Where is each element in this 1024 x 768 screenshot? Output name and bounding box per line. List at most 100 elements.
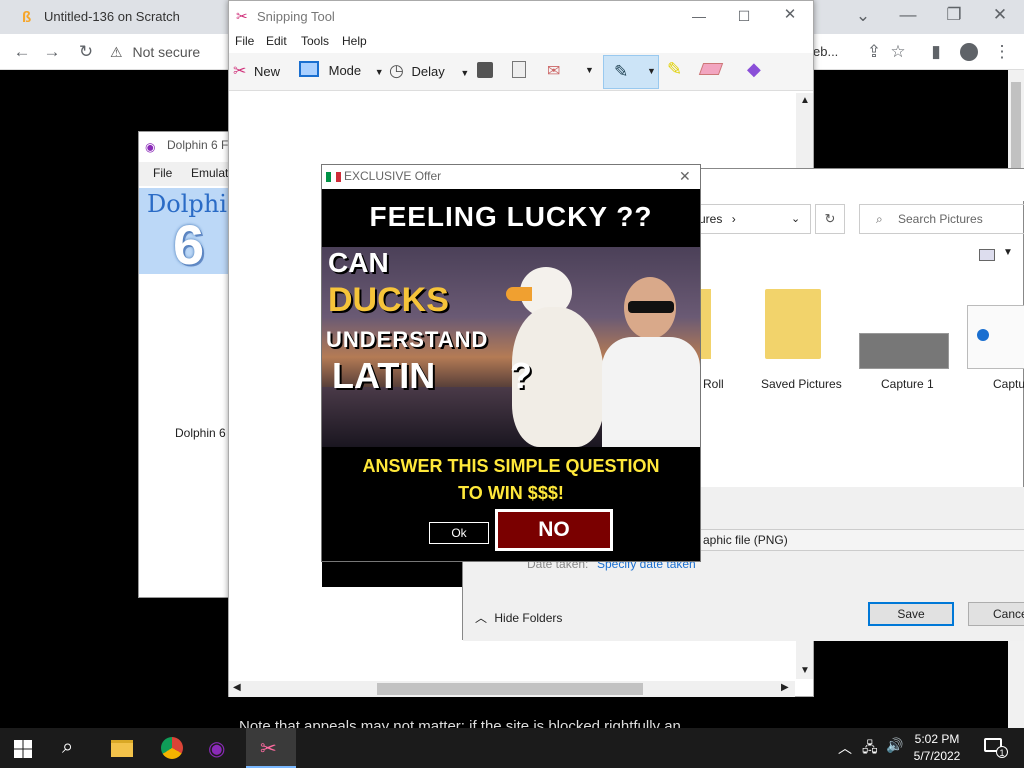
warning-icon: ⚠ bbox=[110, 44, 123, 60]
back-icon[interactable]: ← bbox=[12, 42, 32, 62]
white-tshirt bbox=[602, 337, 700, 447]
dolphin-menu-emulation[interactable]: Emulat bbox=[191, 166, 228, 180]
mode-button[interactable]: Mode ▼ bbox=[299, 61, 384, 78]
folder-item-saved-pictures[interactable]: Saved Pictures bbox=[759, 289, 842, 391]
snip-minimize-icon[interactable]: — bbox=[689, 6, 709, 26]
browser-scrollbar-thumb[interactable] bbox=[1011, 82, 1021, 182]
side-panel-icon[interactable]: ▮ bbox=[926, 42, 946, 62]
windows-logo-icon bbox=[14, 740, 32, 758]
snip-close-icon[interactable]: ✕ bbox=[780, 5, 800, 25]
profile-avatar-icon[interactable] bbox=[960, 43, 978, 61]
scroll-down-icon[interactable]: ▼ bbox=[800, 665, 810, 676]
delay-button[interactable]: ◷ Delay ▼ bbox=[389, 61, 469, 81]
snip-menu-file[interactable]: File bbox=[235, 34, 254, 48]
url-fragment[interactable]: eb... bbox=[813, 44, 838, 59]
tab-search-chevron-icon[interactable]: ⌄ bbox=[853, 6, 873, 26]
network-icon[interactable]: 🖧 bbox=[862, 737, 878, 761]
tray-overflow-icon[interactable]: ︿ bbox=[838, 738, 852, 758]
bookmark-star-icon[interactable]: ☆ bbox=[888, 42, 908, 62]
save-button[interactable]: Save bbox=[868, 602, 954, 626]
save-snip-icon[interactable] bbox=[477, 62, 493, 78]
chevron-up-icon: ︿ bbox=[475, 611, 488, 625]
view-options-icon[interactable] bbox=[979, 249, 995, 261]
popup-headline: FEELING LUCKY ?? bbox=[369, 201, 653, 232]
snip-toolbar: ✂ New Mode ▼ ◷ Delay ▼ ✉ ▼ ✎ ▼ ✎ ◆ bbox=[229, 53, 813, 91]
scroll-right-icon[interactable]: ▶ bbox=[781, 682, 789, 693]
dolphin-logo-icon: ◉ bbox=[145, 140, 156, 154]
reload-icon[interactable]: ↻ bbox=[76, 42, 96, 62]
breadcrumb-pictures[interactable]: ures bbox=[699, 212, 722, 226]
thumb-text-latin: LATIN bbox=[332, 355, 436, 396]
address-bar[interactable]: ⚠ Not secure bbox=[110, 38, 220, 66]
popup-titlebar: EXCLUSIVE Offer ✕ bbox=[322, 165, 700, 189]
view-dropdown-icon[interactable]: ▼ bbox=[1003, 247, 1013, 258]
paint-3d-icon[interactable]: ◆ bbox=[747, 59, 761, 80]
mouse-cursor-icon bbox=[958, 178, 966, 192]
pen-tool-button[interactable]: ✎ ▼ bbox=[603, 55, 659, 89]
thumb-text-ducks: DUCKS bbox=[328, 281, 449, 319]
forward-icon[interactable]: → bbox=[42, 42, 62, 62]
dolphin-title: Dolphin 6 F bbox=[167, 138, 229, 152]
scroll-left-icon[interactable]: ◀ bbox=[233, 682, 241, 693]
restore-icon[interactable]: ❐ bbox=[944, 5, 964, 25]
send-snip-icon[interactable]: ✉ bbox=[547, 61, 560, 81]
file-explorer-icon[interactable] bbox=[111, 740, 133, 757]
file-item-capture-1[interactable]: Capture 1 bbox=[859, 333, 951, 393]
ok-button[interactable]: Ok bbox=[429, 522, 489, 544]
start-button[interactable] bbox=[14, 740, 32, 758]
folder-item-camera-roll[interactable]: Roll bbox=[701, 289, 731, 391]
search-pictures-input[interactable]: ⌕ Search Pictures bbox=[859, 204, 1024, 234]
minimize-icon[interactable]: — bbox=[898, 5, 918, 25]
snip-menubar: File Edit Tools Help bbox=[229, 31, 813, 51]
snip-menu-tools[interactable]: Tools bbox=[301, 34, 329, 48]
more-menu-icon[interactable]: ⋮ bbox=[992, 42, 1012, 62]
man-photo bbox=[598, 277, 700, 447]
snip-menu-edit[interactable]: Edit bbox=[266, 34, 287, 48]
dolphin-menu-file[interactable]: File bbox=[153, 166, 172, 180]
snipping-tool-logo-icon: ✂ bbox=[236, 8, 248, 24]
address-dropdown-icon[interactable]: ⌄ bbox=[791, 205, 800, 233]
notification-center-icon[interactable]: 1 bbox=[984, 738, 1008, 758]
dolphin-taskbar-icon[interactable]: ◉ bbox=[208, 736, 225, 761]
search-placeholder: Search Pictures bbox=[898, 212, 983, 226]
snip-maximize-icon[interactable]: ☐ bbox=[734, 6, 754, 26]
file-item-capture-2[interactable]: Captu bbox=[967, 305, 1024, 395]
security-status: Not secure bbox=[132, 44, 201, 60]
popup-thumbnail-image: CAN DUCKS UNDERSTAND LATIN ? bbox=[322, 247, 700, 447]
hide-folders-button[interactable]: ︿ Hide Folders bbox=[475, 609, 562, 626]
share-icon[interactable]: ⇪ bbox=[864, 42, 884, 62]
save-as-type-select[interactable]: aphic file (PNG) bbox=[698, 529, 1024, 551]
no-button[interactable]: NO bbox=[495, 509, 613, 551]
windows-taskbar: ⌕ ◉ ✂ ︿ 🖧 🔊 5:02 PM 5/7/2022 1 bbox=[0, 728, 1024, 768]
chrome-taskbar-icon[interactable] bbox=[161, 737, 183, 759]
close-icon[interactable]: ✕ bbox=[990, 5, 1010, 25]
taskbar-clock[interactable]: 5:02 PM 5/7/2022 bbox=[900, 731, 974, 765]
scratch-favicon-icon: ß bbox=[22, 9, 32, 26]
mode-dropdown-icon: ▼ bbox=[374, 67, 384, 77]
send-dropdown-icon[interactable]: ▼ bbox=[585, 65, 594, 75]
eraser-icon[interactable] bbox=[698, 63, 724, 75]
snip-menu-help[interactable]: Help bbox=[342, 34, 367, 48]
breadcrumb-chevron-icon: › bbox=[731, 212, 736, 226]
pen-dropdown-icon: ▼ bbox=[647, 66, 656, 76]
folder-icon bbox=[701, 289, 711, 359]
popup-question: ANSWER THIS SIMPLE QUESTION TO WIN $$$! bbox=[322, 453, 700, 507]
popup-close-icon[interactable]: ✕ bbox=[679, 168, 691, 185]
highlighter-icon[interactable]: ✎ bbox=[667, 59, 682, 80]
scroll-up-icon[interactable]: ▲ bbox=[800, 95, 810, 106]
cancel-button[interactable]: Cance bbox=[968, 602, 1024, 626]
snip-hscroll-thumb[interactable] bbox=[377, 683, 643, 695]
new-snip-button[interactable]: ✂ New bbox=[233, 61, 280, 81]
thumb-text-can: CAN bbox=[328, 247, 389, 278]
refresh-button[interactable]: ↻ bbox=[815, 204, 845, 234]
file-label: Captu bbox=[993, 377, 1024, 391]
duck-beak bbox=[506, 287, 532, 301]
taskbar-search-icon[interactable]: ⌕ bbox=[62, 736, 73, 759]
copy-icon[interactable] bbox=[512, 61, 526, 78]
snip-horizontal-scrollbar[interactable]: ◀ ▶ bbox=[229, 681, 795, 697]
capture-thumbnail bbox=[967, 305, 1024, 369]
snipping-tool-taskbar-button[interactable]: ✂ bbox=[246, 728, 296, 768]
chrome-tab-title[interactable]: Untitled-136 on Scratch bbox=[44, 9, 180, 24]
breadcrumb[interactable]: ures › ⌄ bbox=[699, 204, 811, 234]
background-page-text: Note that appeals may not matter; if the… bbox=[239, 718, 681, 728]
